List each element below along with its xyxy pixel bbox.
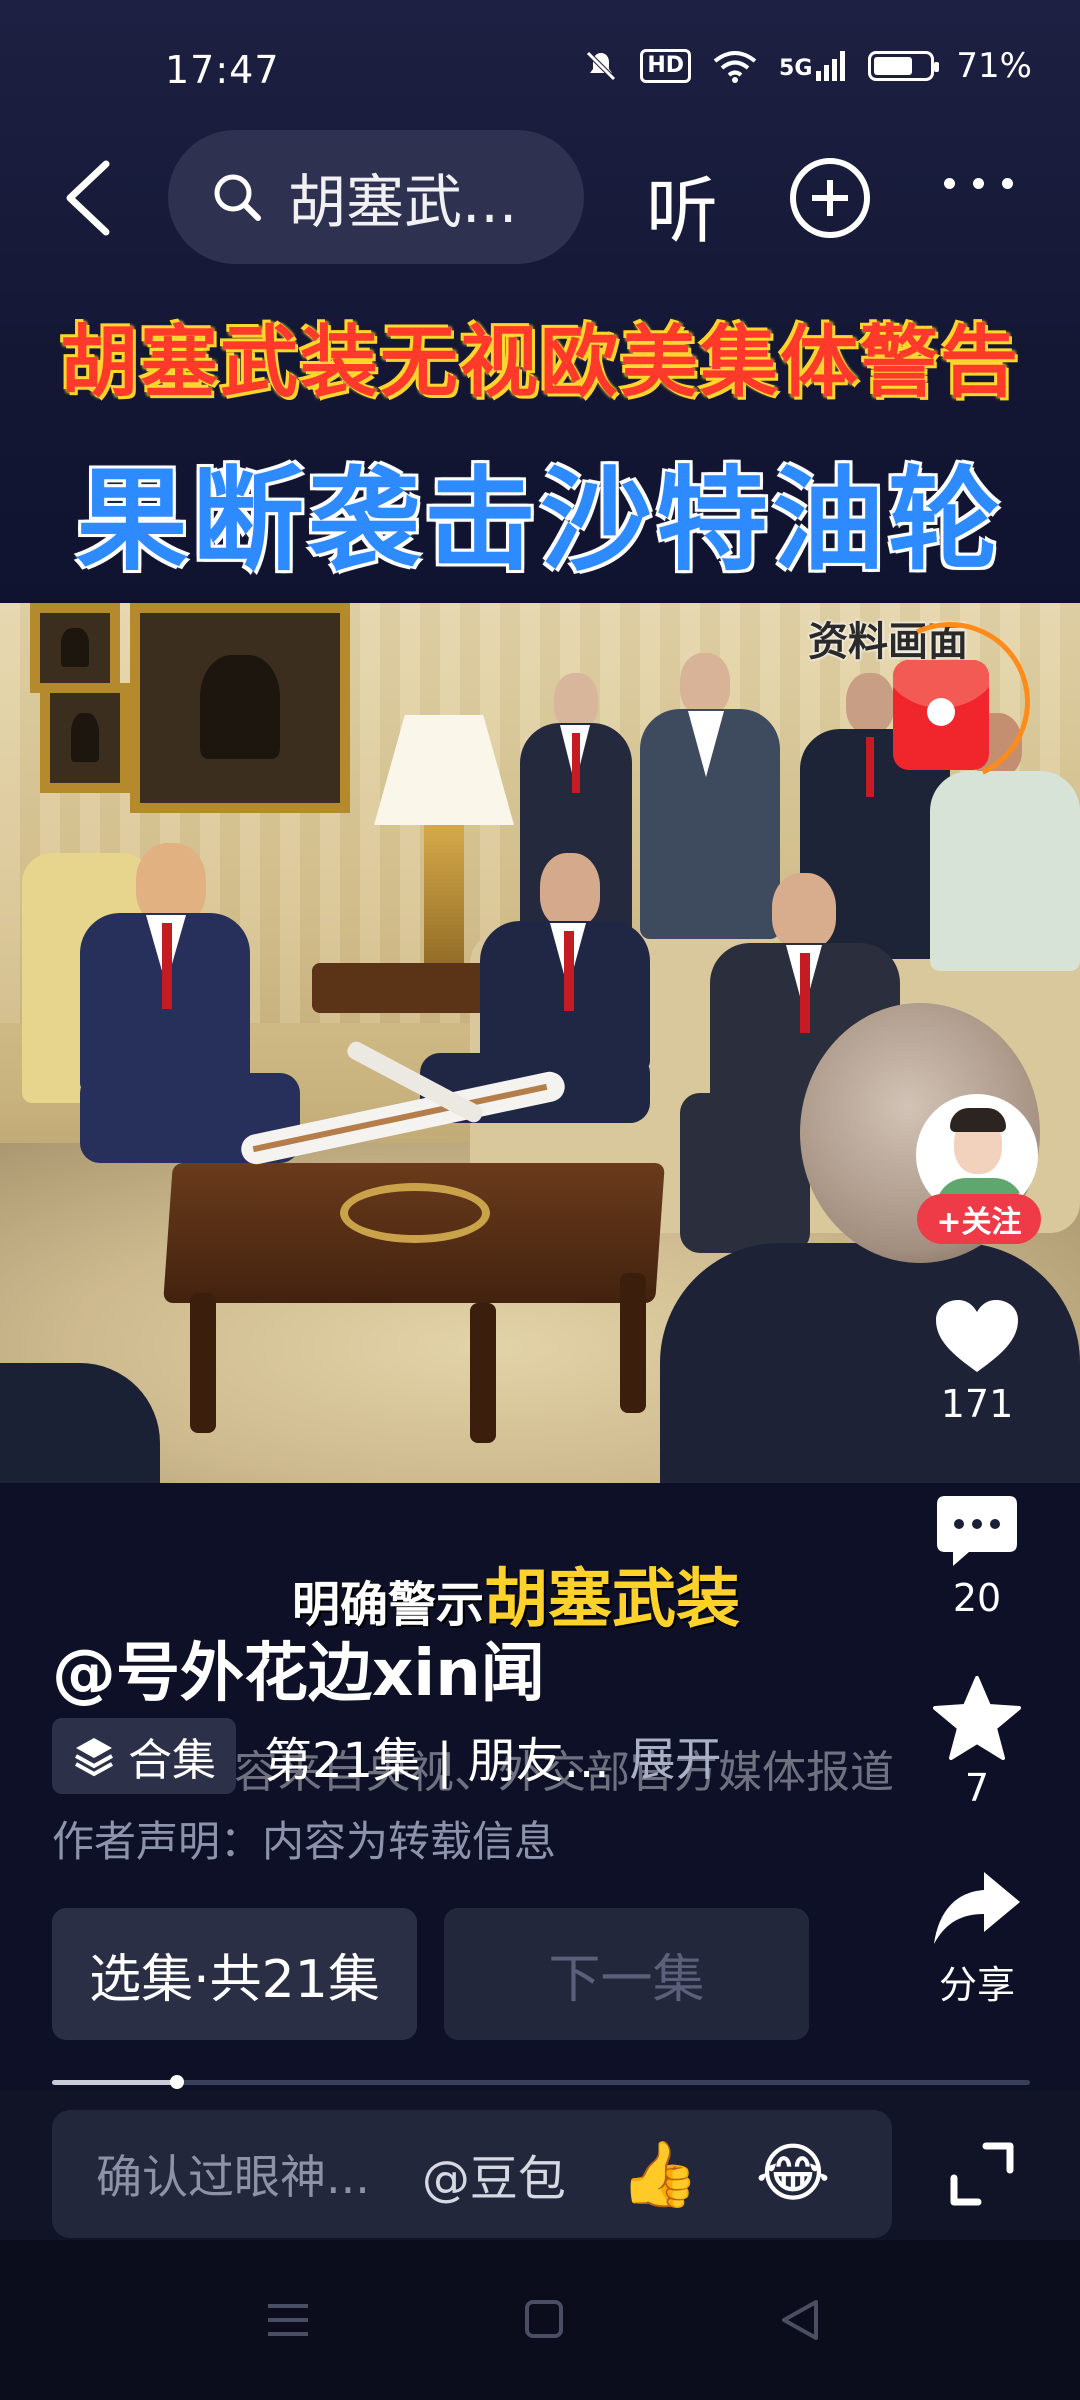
top-navigation: 胡塞武... 听 [0, 128, 1080, 268]
video-headline-top: 胡塞武装无视欧美集体警告 [59, 318, 1020, 408]
more-icon[interactable] [944, 178, 1013, 189]
mute-bell-icon [586, 51, 617, 81]
wall-portrait [30, 603, 120, 693]
comment-placeholder: 确认过眼神... [96, 2150, 370, 2204]
thumbs-up-emoji-icon[interactable]: 👍 [620, 2137, 700, 2212]
progress-knob[interactable] [170, 2075, 185, 2089]
status-bar: 17:47 HD 5G 71% [0, 0, 1080, 140]
next-episode-button[interactable]: 下一集 [444, 1908, 809, 2040]
select-episode-button[interactable]: 选集·共21集 [52, 1908, 417, 2040]
model-stand [340, 1183, 490, 1243]
battery-icon [868, 51, 940, 81]
author-statement: 作者声明：内容为转载信息 [52, 1817, 557, 1866]
status-time: 17:47 [165, 48, 280, 92]
episode-title[interactable]: 第21集 | 朋友... [264, 1721, 610, 1791]
comment-count: 20 [952, 1576, 1002, 1620]
table-leg [190, 1293, 216, 1433]
home-icon[interactable] [525, 2300, 563, 2338]
collection-chip[interactable]: 合集 [52, 1718, 236, 1794]
listen-button[interactable]: 听 [646, 152, 718, 257]
like-button[interactable]: 171 [912, 1296, 1042, 1426]
fullscreen-icon[interactable] [946, 2138, 1018, 2210]
progress-fill [52, 2080, 178, 2085]
table-leg [620, 1273, 646, 1413]
recent-apps-icon[interactable] [266, 2300, 310, 2340]
expand-link[interactable]: 展开 [630, 1723, 722, 1789]
laughing-emoji-icon[interactable]: 😂 [756, 2137, 831, 2211]
comment-input[interactable]: 确认过眼神... @豆包 👍 😂 [52, 2110, 892, 2238]
layers-icon [75, 1738, 113, 1777]
follow-button[interactable]: +关注 [917, 1194, 1041, 1244]
network-type: 5G [779, 56, 813, 81]
lamp-base [424, 825, 464, 985]
heart-icon [936, 1300, 1018, 1372]
share-button[interactable]: 分享 [912, 1868, 1042, 2009]
side-table [312, 963, 502, 1013]
video-progress-bar[interactable] [52, 2075, 1030, 2089]
collection-row: 合集 第21集 | 朋友... 展开 [52, 1718, 722, 1794]
collection-label: 合集 [128, 1735, 216, 1786]
wall-portrait [130, 603, 350, 813]
search-bar[interactable]: 胡塞武... [168, 130, 584, 264]
video-headline-main: 果断袭击沙特油轮 [76, 456, 1004, 586]
author-name[interactable]: @号外花边xin闻 [52, 1622, 545, 1714]
favorite-button[interactable]: 7 [912, 1676, 1042, 1810]
wall-portrait [40, 683, 130, 793]
comment-button[interactable]: 20 [912, 1494, 1042, 1620]
system-back-icon[interactable] [780, 2298, 820, 2342]
battery-percent: 71% [956, 46, 1032, 86]
comment-icon [937, 1496, 1017, 1566]
search-icon [214, 174, 261, 221]
status-icons: HD 5G 71% [584, 46, 1032, 86]
add-icon[interactable] [790, 158, 870, 238]
favorite-count: 7 [964, 1766, 990, 1810]
cellular-signal-icon: 5G [779, 51, 846, 81]
share-icon [934, 1872, 1020, 1944]
table-leg [470, 1303, 496, 1443]
like-count: 171 [940, 1382, 1014, 1426]
share-label: 分享 [938, 1963, 1015, 2007]
back-icon[interactable] [58, 158, 118, 238]
hd-icon: HD [640, 49, 692, 83]
search-query: 胡塞武... [288, 168, 518, 236]
mention-button[interactable]: @豆包 [422, 2139, 566, 2209]
star-icon [933, 1676, 1021, 1760]
red-packet-icon[interactable] [893, 660, 989, 770]
wifi-icon [713, 51, 757, 83]
